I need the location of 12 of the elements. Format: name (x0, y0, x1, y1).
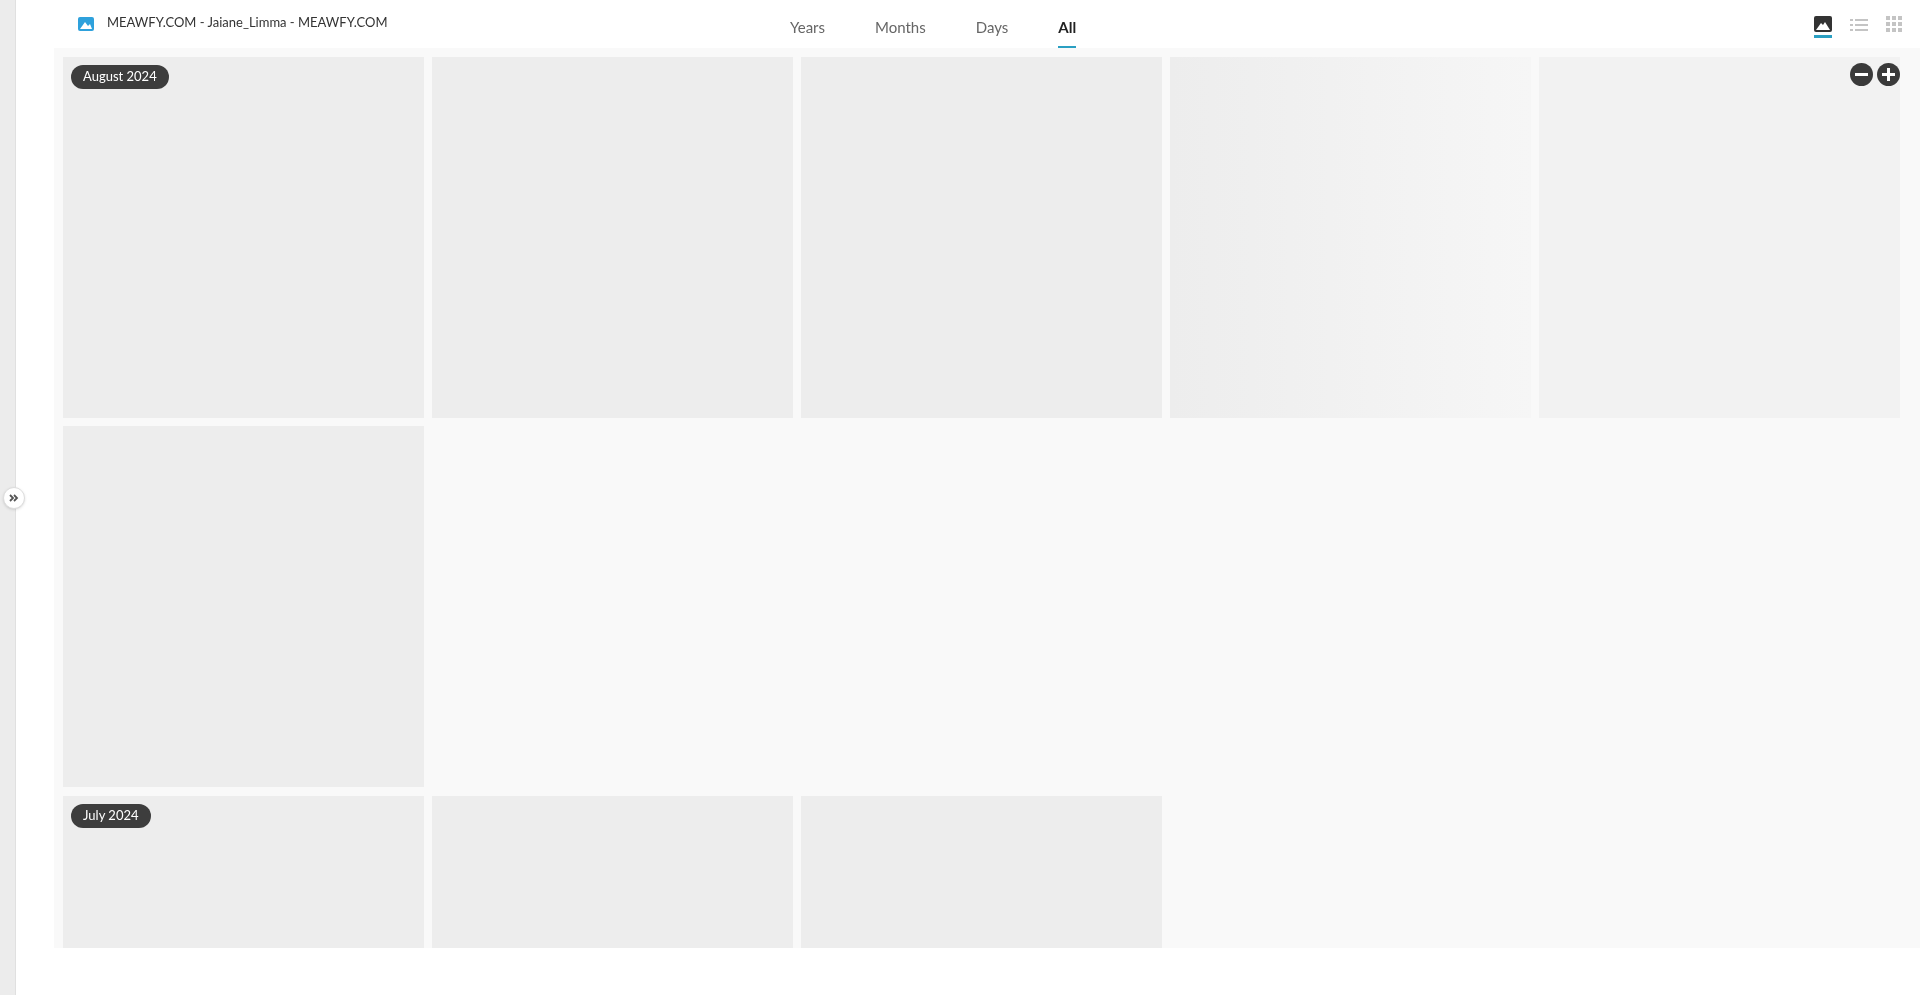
plus-icon (1882, 68, 1895, 81)
month-label: July 2024 (71, 804, 151, 828)
album-title: MEAWFY.COM - Jaiane_Limma - MEAWFY.COM (107, 12, 388, 32)
expand-sidebar-button[interactable] (3, 487, 25, 509)
view-tab[interactable]: Years (790, 15, 825, 48)
double-chevron-icon (9, 494, 19, 502)
minus-icon (1855, 73, 1868, 76)
view-tab[interactable]: Days (975, 15, 1009, 48)
photo-icon (78, 17, 94, 31)
view-tab[interactable]: Months (875, 15, 926, 48)
photos-view-button[interactable] (1814, 16, 1832, 38)
month-label: August 2024 (71, 65, 169, 89)
